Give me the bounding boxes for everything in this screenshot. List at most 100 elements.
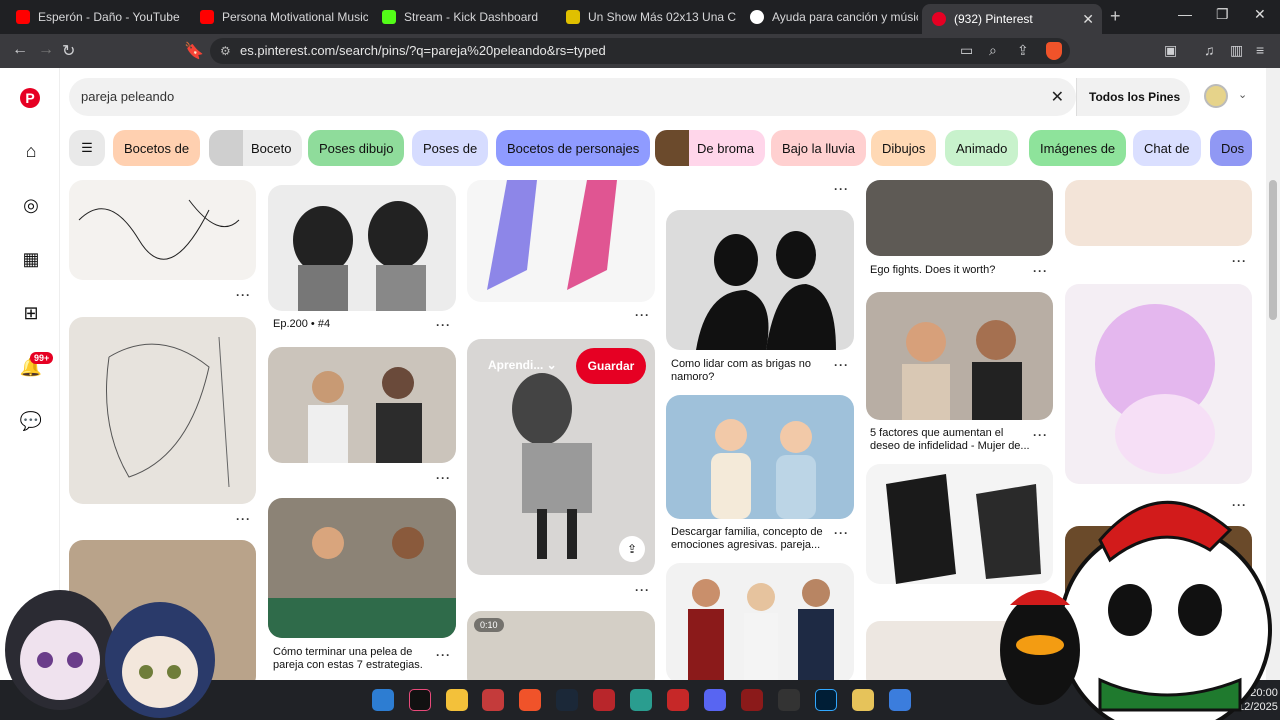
home-icon[interactable]: ⌂ [20,140,42,162]
more-options-icon[interactable]: ··· [1033,264,1048,278]
search-bar[interactable]: pareja peleando ✕ [69,78,1076,116]
pin-image[interactable] [268,498,456,638]
more-options-icon[interactable]: ··· [1033,428,1048,442]
chip[interactable]: De broma [655,130,766,166]
chip-thumbnail [209,130,243,166]
photoshop-icon[interactable] [815,689,837,711]
pin-image[interactable] [268,347,456,463]
pinterest-logo[interactable]: P [20,88,40,108]
more-options-icon[interactable]: ··· [834,182,849,196]
pin-image[interactable] [69,180,256,280]
forward-icon[interactable]: → [38,41,54,59]
typing-app-icon[interactable] [482,689,504,711]
explore-icon[interactable]: ◎ [20,194,42,216]
pin-image[interactable] [666,395,854,519]
create-icon[interactable]: ⊞ [20,302,42,324]
avatar[interactable] [1204,84,1228,108]
share-icon[interactable]: ⇪ [1017,42,1029,59]
cast-icon[interactable]: ▭ [960,42,973,59]
more-options-icon[interactable]: ··· [236,288,251,302]
chip[interactable]: Chat de [1133,130,1201,166]
messages-icon[interactable]: 💬 [20,410,42,432]
pin-image[interactable] [268,185,456,311]
sketch-image [106,336,230,488]
reload-icon[interactable]: ↻ [62,41,75,61]
chip[interactable]: Poses de [412,130,489,166]
chip-label: Dos [1221,140,1245,156]
pin-image[interactable] [666,563,854,680]
new-tab-button[interactable]: + [1110,6,1121,27]
obs-icon[interactable] [778,689,800,711]
close-icon[interactable]: ✕ [1082,11,1094,28]
chevron-down-icon[interactable]: ⌄ [1238,88,1247,101]
pin-image[interactable] [467,180,655,302]
windows-start-icon[interactable] [372,689,394,711]
zoom-icon[interactable]: ⌕ [989,42,997,59]
scrollbar-thumb[interactable] [1269,180,1277,320]
chip[interactable]: Poses dibujo [308,130,405,166]
capcut-icon[interactable] [630,689,652,711]
chip[interactable]: Dibujos [871,130,937,166]
tiktok-icon[interactable] [409,689,431,711]
boards-icon[interactable]: ▦ [20,248,42,270]
discord-icon[interactable] [704,689,726,711]
file-explorer-icon[interactable] [446,689,468,711]
chip-label: Imágenes de [1040,140,1116,156]
minimize-icon[interactable]: — [1178,6,1192,22]
tab-pinterest[interactable]: (932) Pinterest ✕ [922,4,1102,34]
site-settings-icon[interactable]: ⚙ [220,38,231,64]
chip[interactable]: Animado [945,130,1019,166]
sidebar-toggle-icon[interactable]: ▥ [1230,42,1243,59]
more-options-icon[interactable]: ··· [436,318,451,332]
pin-image[interactable] [69,317,256,504]
board-dropdown[interactable]: Aprendi... ⌄ [488,358,557,372]
silhouette-image [696,231,836,350]
chip[interactable]: Imágenes de [1029,130,1127,166]
maximize-icon[interactable]: ❐ [1216,6,1229,23]
more-options-icon[interactable]: ··· [436,471,451,485]
tab-youtube-2[interactable]: Persona Motivational Music/Mix [190,4,368,30]
clear-search-icon[interactable]: ✕ [1051,87,1064,107]
pin-image[interactable] [866,292,1053,420]
share-icon[interactable]: ⇪ [619,536,645,562]
chip[interactable]: Bajo la lluvia [771,130,866,166]
chip-label: Dibujos [882,140,926,156]
app-icon[interactable] [667,689,689,711]
pin-image[interactable] [1065,284,1252,484]
valorant-icon[interactable] [741,689,763,711]
more-options-icon[interactable]: ··· [436,648,451,662]
more-options-icon[interactable]: ··· [635,308,650,322]
more-options-icon[interactable]: ··· [834,526,849,540]
address-bar[interactable]: ⚙ es.pinterest.com/search/pins/?q=pareja… [210,38,1070,64]
music-icon[interactable]: ♫ [1204,42,1215,58]
close-window-icon[interactable]: ✕ [1254,6,1266,23]
tab-show[interactable]: Un Show Más 02x13 Una Canción [556,4,736,30]
pin-filter-dropdown[interactable]: Todos los Pines ⌄ [1076,78,1190,142]
filters-button[interactable]: ☰ [69,130,105,166]
steam-icon[interactable] [556,689,578,711]
tab-kick[interactable]: Stream - Kick Dashboard [372,4,552,30]
chip[interactable]: Bocetos de personajes [496,130,651,166]
bookmark-icon[interactable]: 🔖 [184,41,204,61]
chip[interactable]: Dos [1210,130,1252,166]
brave-icon[interactable] [519,689,541,711]
more-options-icon[interactable]: ··· [1232,254,1247,268]
notepad-icon[interactable] [889,689,911,711]
wallet-icon[interactable]: ▣ [1164,42,1177,59]
brave-shield-icon[interactable] [1046,42,1062,60]
back-icon[interactable]: ← [12,41,28,59]
menu-icon[interactable]: ≡ [1256,42,1264,58]
chip[interactable]: Boceto [209,130,303,166]
pin-image[interactable] [1065,180,1252,246]
media-player-icon[interactable] [852,689,874,711]
more-options-icon[interactable]: ··· [635,583,650,597]
pin-image[interactable] [666,210,854,350]
save-button[interactable]: Guardar [576,348,646,384]
voicemeeter-icon[interactable] [593,689,615,711]
tab-ayuda[interactable]: Ayuda para canción y música [740,4,918,30]
more-options-icon[interactable]: ··· [236,512,251,526]
tab-youtube-1[interactable]: Esperón - Daño - YouTube [6,4,186,30]
pin-image[interactable] [866,180,1053,256]
chip[interactable]: Bocetos de [113,130,201,166]
more-options-icon[interactable]: ··· [834,358,849,372]
